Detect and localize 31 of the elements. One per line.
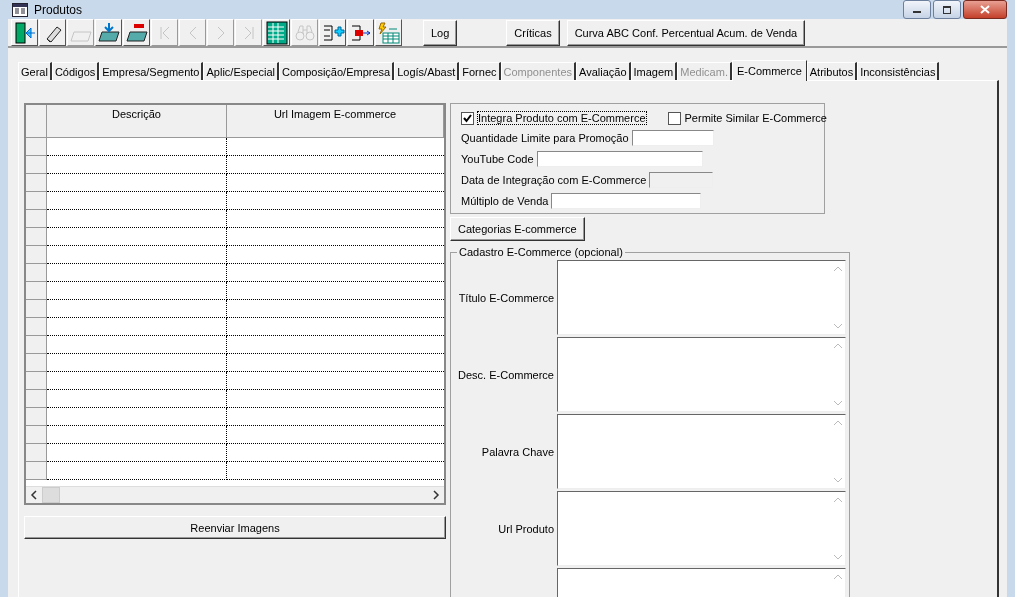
window-title: Produtos (34, 2, 83, 17)
tab[interactable]: Empresa/Segmento (99, 62, 204, 80)
abc-curve-button[interactable]: Curva ABC Conf. Percentual Acum. de Venda (566, 19, 806, 46)
categories-button[interactable]: Categorias E-commerce (450, 217, 585, 241)
tab[interactable]: Aplic/Especial (203, 62, 279, 80)
tab[interactable]: Atributos (806, 62, 858, 80)
field-label: Quantidade Limite para Promoção (461, 132, 629, 144)
checkbox[interactable]: Permite Similar E-Commerce (667, 110, 827, 126)
field-label: Desc. E-Commerce (458, 368, 554, 381)
tab[interactable]: Logís/Abast (394, 62, 460, 80)
tab[interactable]: Fornec (459, 62, 501, 80)
tab[interactable]: Composição/Empresa (278, 62, 395, 80)
field-label: Url Produto (498, 522, 554, 535)
field-label: Palavra Chave (481, 445, 554, 458)
checkbox[interactable]: Integra Produto com E-Commerce (461, 110, 646, 126)
column-header: Url Imagem E-commerce (227, 105, 444, 137)
field-label: Título E-Commerce (458, 291, 554, 304)
tab[interactable]: Imagem (630, 62, 678, 80)
group-title: Cadastro E-Commerce (opcional) (458, 246, 624, 258)
field-label: Múltiplo de Venda (461, 195, 549, 207)
tab[interactable]: Inconsistências (857, 62, 940, 80)
field-label: YouTube Code (461, 153, 534, 165)
criticas-button[interactable]: Críticas (506, 19, 560, 46)
tab[interactable]: E-Commerce (731, 60, 807, 81)
field-label: Data de Integração com E-Commerce (461, 174, 647, 186)
tab[interactable]: Códigos (51, 62, 100, 80)
tab[interactable]: Avaliação (576, 62, 631, 80)
log-button[interactable]: Log (423, 19, 458, 46)
column-header: Descrição (47, 105, 227, 137)
resend-images-button[interactable]: Reenviar Imagens (24, 516, 446, 539)
tab[interactable]: Geral (18, 62, 52, 80)
